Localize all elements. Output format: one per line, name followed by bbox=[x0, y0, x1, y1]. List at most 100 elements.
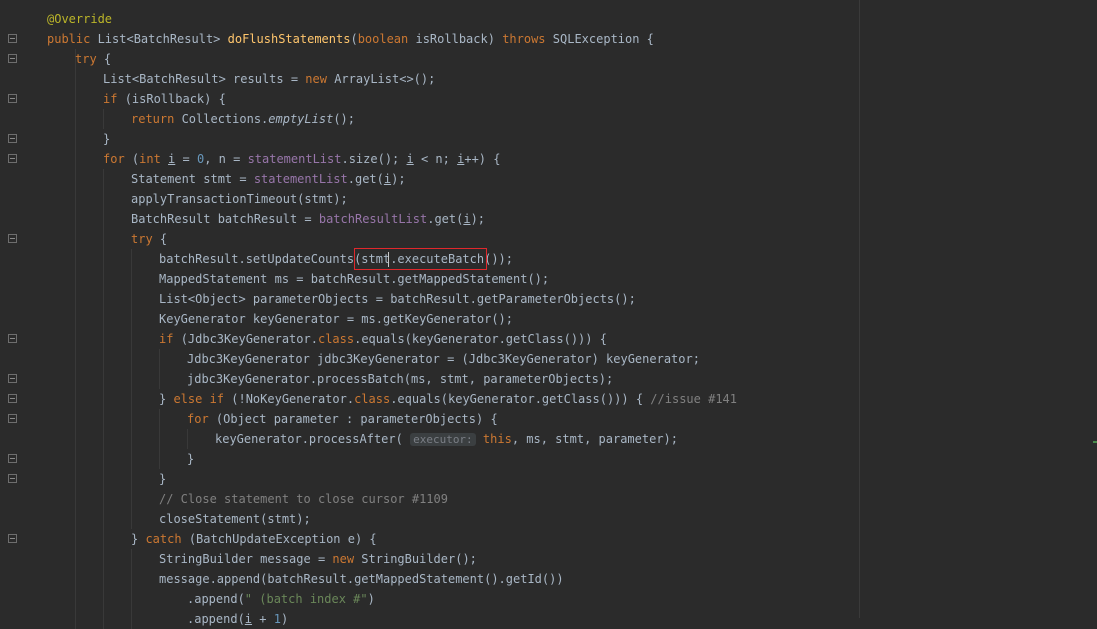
code-token: StringBuilder message = bbox=[159, 552, 333, 566]
indent-guide bbox=[103, 169, 104, 629]
fold-toggle-icon[interactable] bbox=[8, 414, 17, 423]
code-token: closeStatement(stmt); bbox=[159, 512, 311, 526]
code-token: < n; bbox=[413, 152, 458, 166]
code-line[interactable]: } catch (BatchUpdateException e) { bbox=[131, 529, 377, 549]
code-token: (!NoKeyGenerator. bbox=[231, 392, 355, 406]
code-line[interactable]: closeStatement(stmt); bbox=[159, 509, 311, 529]
indent-guide bbox=[103, 109, 104, 129]
fold-toggle-icon[interactable] bbox=[8, 454, 17, 463]
code-token: new bbox=[332, 552, 362, 566]
fold-toggle-icon[interactable] bbox=[8, 54, 17, 63]
fold-toggle-icon[interactable] bbox=[8, 534, 17, 543]
code-line[interactable]: if (Jdbc3KeyGenerator.class.equals(keyGe… bbox=[159, 329, 607, 349]
code-token: List<Object> parameterObjects = batchRes… bbox=[159, 292, 636, 306]
code-token: (isRollback) { bbox=[124, 92, 226, 106]
code-token: ) bbox=[280, 612, 289, 626]
editor-gutter bbox=[0, 0, 32, 618]
code-token: new bbox=[305, 72, 335, 86]
code-line[interactable]: public List<BatchResult> doFlushStatemen… bbox=[47, 29, 654, 49]
code-token: (); bbox=[333, 112, 355, 126]
code-token: message.append(batchResult.getMappedStat… bbox=[159, 572, 564, 586]
code-line[interactable]: List<BatchResult> results = new ArrayLis… bbox=[103, 69, 435, 89]
code-token: (BatchUpdateException e) { bbox=[188, 532, 377, 546]
code-line[interactable]: } bbox=[159, 469, 166, 489]
code-line[interactable]: .append(" (batch index #") bbox=[187, 589, 375, 609]
code-token: catch bbox=[145, 532, 189, 546]
code-token: .size(); bbox=[341, 152, 407, 166]
parameter-hint: executor: bbox=[410, 433, 476, 446]
code-token: ); bbox=[391, 172, 406, 186]
fold-toggle-icon[interactable] bbox=[8, 234, 17, 243]
highlight-box bbox=[354, 248, 487, 270]
code-token: List<BatchResult> bbox=[97, 32, 228, 46]
code-line[interactable]: } else if (!NoKeyGenerator.class.equals(… bbox=[159, 389, 737, 409]
code-token: , n = bbox=[204, 152, 248, 166]
code-token: //issue #141 bbox=[650, 392, 737, 406]
indent-guide bbox=[187, 429, 188, 449]
code-token: .append( bbox=[187, 592, 245, 606]
code-line[interactable]: jdbc3KeyGenerator.processBatch(ms, stmt,… bbox=[187, 369, 613, 389]
scrollbar-marker bbox=[1093, 441, 1097, 443]
code-token: // Close statement to close cursor #1109 bbox=[159, 492, 448, 506]
code-line[interactable]: } bbox=[103, 129, 110, 149]
code-line[interactable]: if (isRollback) { bbox=[103, 89, 226, 109]
indent-guide bbox=[159, 349, 160, 389]
code-token: } bbox=[159, 472, 167, 486]
code-token: MappedStatement ms = batchResult.getMapp… bbox=[159, 272, 550, 286]
code-line[interactable]: @Override bbox=[47, 9, 112, 29]
fold-toggle-icon[interactable] bbox=[8, 394, 17, 403]
code-token: for bbox=[103, 152, 132, 166]
code-token: Statement stmt = bbox=[131, 172, 254, 186]
code-line[interactable]: } bbox=[187, 449, 194, 469]
fold-toggle-icon[interactable] bbox=[8, 154, 17, 163]
code-token: KeyGenerator keyGenerator = ms.getKeyGen… bbox=[159, 312, 514, 326]
code-token: i bbox=[463, 212, 471, 226]
code-line[interactable]: BatchResult batchResult = batchResultLis… bbox=[131, 209, 485, 229]
code-line[interactable]: MappedStatement ms = batchResult.getMapp… bbox=[159, 269, 549, 289]
fold-toggle-icon[interactable] bbox=[8, 334, 17, 343]
code-token: class bbox=[354, 392, 391, 406]
code-line[interactable]: for (int i = 0, n = statementList.size()… bbox=[103, 149, 500, 169]
code-token: + bbox=[252, 612, 274, 626]
code-token: } bbox=[159, 392, 174, 406]
code-token: { bbox=[103, 52, 112, 66]
code-token: batchResultList bbox=[318, 212, 428, 226]
code-line[interactable]: applyTransactionTimeout(stmt); bbox=[131, 189, 348, 209]
fold-toggle-icon[interactable] bbox=[8, 374, 17, 383]
code-line[interactable]: Jdbc3KeyGenerator jdbc3KeyGenerator = (J… bbox=[187, 349, 700, 369]
code-line[interactable]: KeyGenerator keyGenerator = ms.getKeyGen… bbox=[159, 309, 513, 329]
code-token: try bbox=[75, 52, 104, 66]
code-line[interactable]: message.append(batchResult.getMappedStat… bbox=[159, 569, 564, 589]
code-token: Jdbc3KeyGenerator jdbc3KeyGenerator = (J… bbox=[187, 352, 700, 366]
code-token: BatchResult batchResult = bbox=[131, 212, 319, 226]
indent-guide bbox=[131, 249, 132, 529]
code-line[interactable]: try { bbox=[131, 229, 167, 249]
code-token: if bbox=[103, 92, 125, 106]
code-token: statementList bbox=[253, 172, 348, 186]
code-line[interactable]: return Collections.emptyList(); bbox=[131, 109, 355, 129]
code-line[interactable]: for (Object parameter : parameterObjects… bbox=[187, 409, 498, 429]
code-token: ++) { bbox=[464, 152, 501, 166]
code-token: ); bbox=[470, 212, 486, 226]
code-line[interactable]: StringBuilder message = new StringBuilde… bbox=[159, 549, 477, 569]
code-line[interactable]: Statement stmt = statementList.get(i); bbox=[131, 169, 406, 189]
code-token: (Jdbc3KeyGenerator. bbox=[180, 332, 318, 346]
code-token: jdbc3KeyGenerator.processBatch(ms, stmt,… bbox=[187, 372, 614, 386]
code-token: List<BatchResult> results = bbox=[103, 72, 306, 86]
code-token: , ms, stmt, parameter); bbox=[511, 432, 678, 446]
code-token: i bbox=[406, 152, 414, 166]
code-line[interactable]: try { bbox=[75, 49, 111, 69]
code-token: SQLException { bbox=[552, 32, 654, 46]
fold-toggle-icon[interactable] bbox=[8, 34, 17, 43]
code-token: " (batch index #" bbox=[244, 592, 368, 606]
fold-toggle-icon[interactable] bbox=[8, 134, 17, 143]
fold-toggle-icon[interactable] bbox=[8, 94, 17, 103]
code-line[interactable]: keyGenerator.processAfter( executor: thi… bbox=[215, 429, 678, 449]
code-line[interactable]: .append(i + 1) bbox=[187, 609, 288, 629]
code-token: ArrayList<>(); bbox=[334, 72, 436, 86]
code-token: doFlushStatements bbox=[227, 32, 351, 46]
fold-toggle-icon[interactable] bbox=[8, 474, 17, 483]
code-line[interactable]: List<Object> parameterObjects = batchRes… bbox=[159, 289, 636, 309]
code-line[interactable]: // Close statement to close cursor #1109 bbox=[159, 489, 448, 509]
